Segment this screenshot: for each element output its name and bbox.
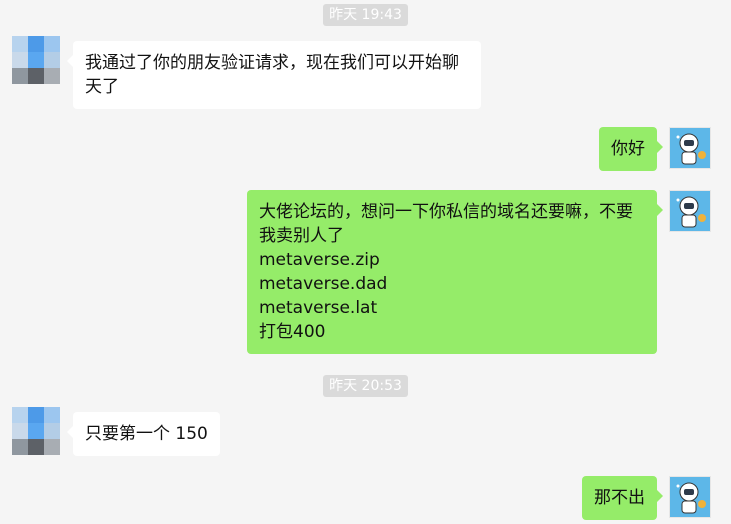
timestamp: 昨天 20:53 [0, 375, 731, 397]
timestamp-label: 昨天 19:43 [323, 4, 408, 26]
message-bubble[interactable]: 那不出 [582, 476, 663, 520]
astronaut-avatar[interactable] [669, 476, 711, 518]
contact-avatar[interactable] [12, 407, 60, 455]
contact-avatar[interactable] [12, 36, 60, 84]
astronaut-avatar[interactable] [669, 127, 711, 169]
timestamp-label: 昨天 20:53 [323, 375, 408, 397]
message-bubble[interactable]: 只要第一个 150 [67, 412, 220, 456]
message-bubble[interactable]: 我通过了你的朋友验证请求，现在我们可以开始聊 天了 [67, 41, 481, 109]
astronaut-avatar[interactable] [669, 190, 711, 232]
timestamp: 昨天 19:43 [0, 4, 731, 26]
message-bubble[interactable]: 大佬论坛的，想问一下你私信的域名还要嘛，不要 我卖别人了 metaverse.z… [247, 190, 663, 354]
message-bubble[interactable]: 你好 [599, 127, 663, 171]
